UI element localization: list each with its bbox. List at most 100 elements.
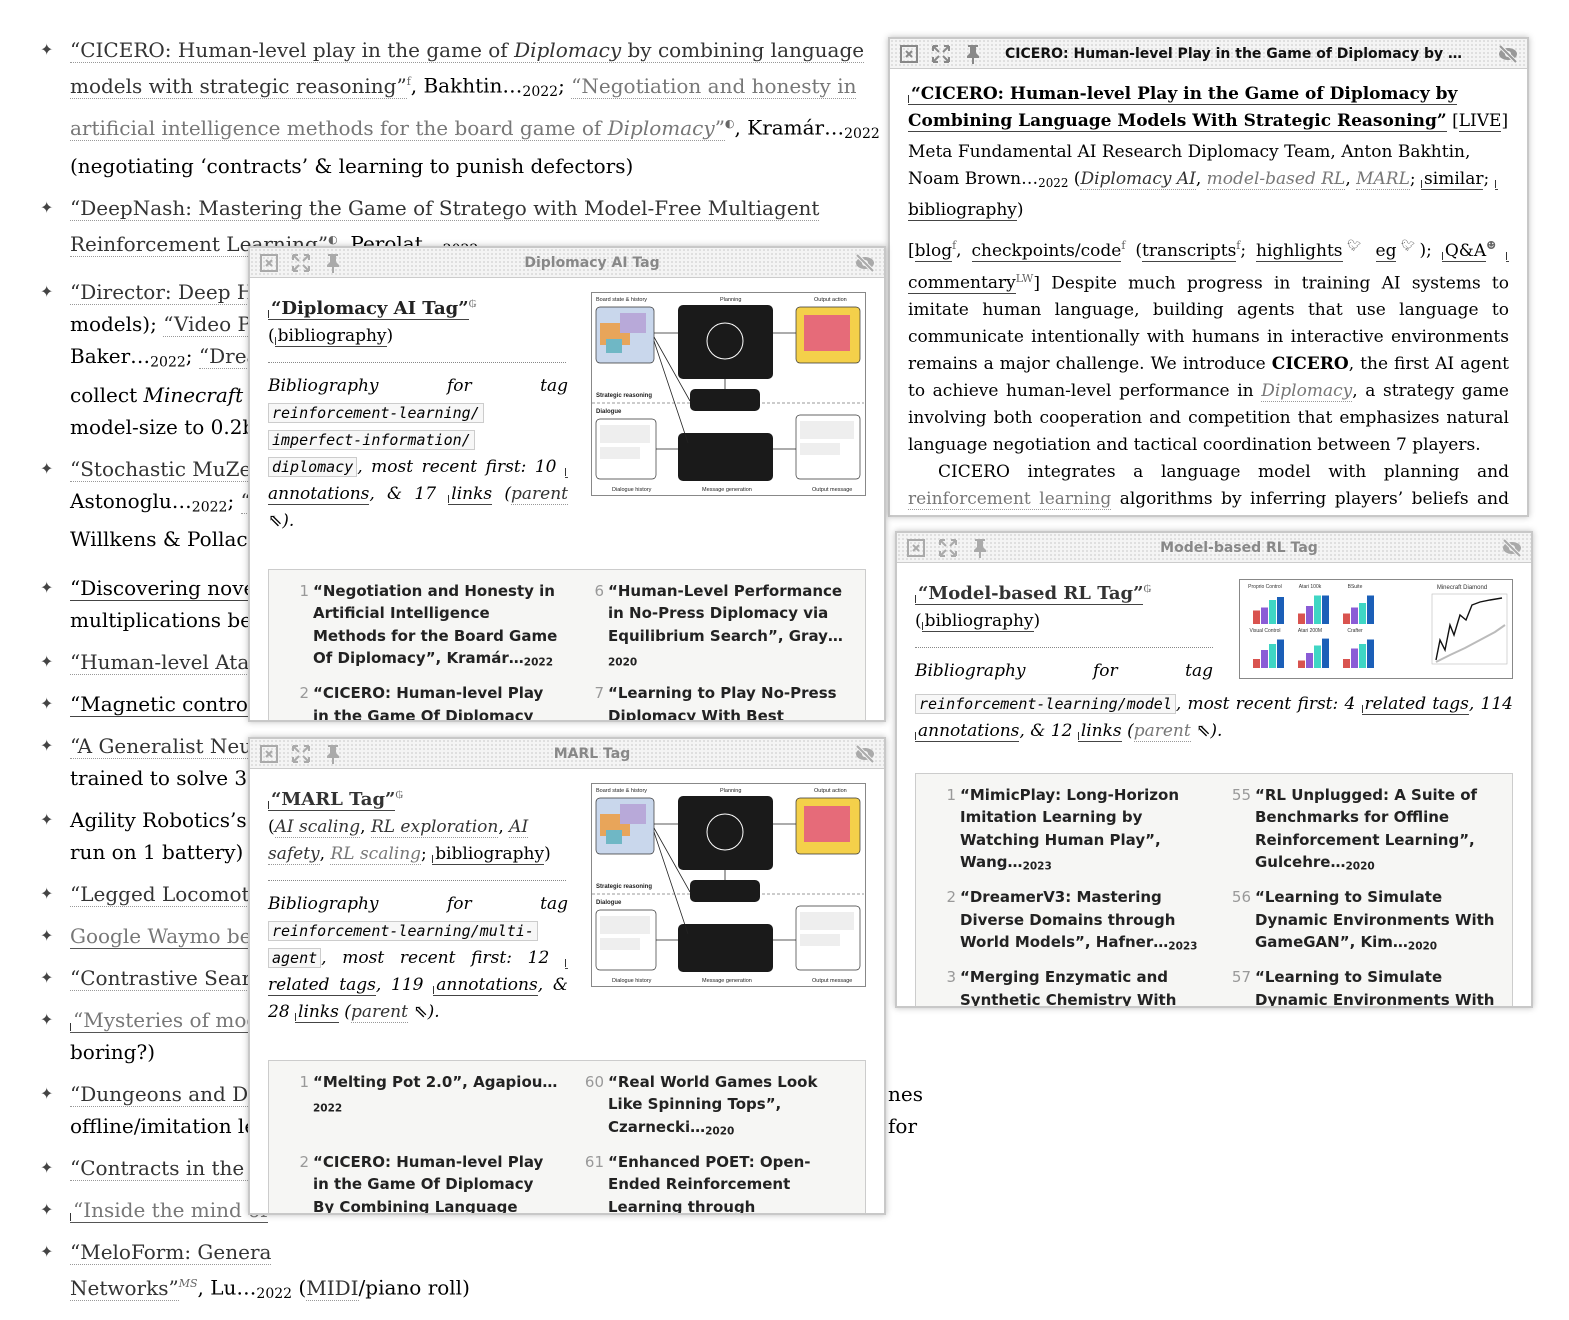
tag-diplomacy-ai[interactable]: Diplomacy AI [1080,169,1196,190]
annotations-link[interactable]: annotations [915,720,1020,742]
annotation-title[interactable]: “CICERO: Human-level Play in the Game Of… [313,682,558,720]
hide-eye-icon[interactable] [854,743,876,765]
contracts-link[interactable]: “Contracts in the Ag [70,1155,278,1181]
annotation-title[interactable]: “Learning to Simulate Dynamic Environmen… [1255,966,1500,1006]
links-link[interactable]: links [295,1001,339,1023]
checkpoints-link[interactable]: checkpoints/code [971,240,1122,262]
director-link[interactable]: “Director: Deep Hie [70,280,273,306]
bib-description: reinforcement-learning/multi- agent, mos… [268,920,569,1023]
meloform-link[interactable]: “MeloForm: Genera [70,1239,272,1265]
hide-eye-icon[interactable] [1497,43,1519,65]
tag-marl[interactable]: MARL [1356,169,1410,190]
generalist-link[interactable]: “A Generalist Neura [70,733,274,759]
annotation-title[interactable]: “MimicPlay: Long-Horizon Imitation Learn… [960,784,1205,879]
annotation-item[interactable]: 2 “CICERO: Human-level Play in the Game O… [289,682,558,720]
transcripts-link[interactable]: transcripts [1142,240,1237,262]
popup-title: MARL Tag [553,745,631,762]
mysteries-link[interactable]: “Mysteries of mode [70,1007,271,1033]
qa-link[interactable]: Q&A [1441,240,1487,262]
highlights-link[interactable]: highlights [1256,240,1343,262]
annotation-title[interactable]: “Human-Level Performance in No-Press Dip… [608,580,853,675]
tag-info: “Diplomacy AI Tag”₲ (bibliography) Bibli… [268,290,569,535]
tag-ai-scaling[interactable]: AI scaling [274,816,361,838]
facebook-icon: f [952,238,957,252]
close-icon[interactable] [898,43,920,65]
tag-model-based-rl[interactable]: model-based RL [1206,169,1346,190]
annotation-item[interactable]: 57 “Learning to Simulate Dynamic Environm… [1231,966,1500,1006]
tag-title-link[interactable]: “Diplomacy AI Tag” [268,297,469,320]
annotation-item[interactable]: 6 “Human-Level Performance in No-Press Di… [584,580,853,675]
annotation-item[interactable]: 1 “Negotiation and Honesty in Artificial … [289,580,558,675]
annotation-item[interactable]: 7 “Learning to Play No-Press Diplomacy Wi… [584,682,853,720]
reinforcement-learning-link[interactable]: reinforcement learning [908,489,1112,511]
annotation-item[interactable]: 1 “Melting Pot 2.0”, Agapiou…2022 [289,1071,558,1143]
annotation-item[interactable]: 61 “Enhanced POET: Open-Ended Reinforceme… [584,1151,853,1213]
live-link[interactable]: LIVE [1458,111,1502,132]
annotation-item[interactable]: 3 “Merging Enzymatic and Synthetic Chemis… [936,966,1205,1006]
architecture-diagram-svg: Board state & history Planning Output ac… [592,297,864,493]
panel-label: Visual Control [1249,628,1280,634]
tag-title-link[interactable]: “MARL Tag” [268,788,396,811]
maximize-icon[interactable] [930,43,952,65]
panel-label: Atari 100k [1299,584,1322,590]
annotation-title[interactable]: “CICERO: Human-level Play in the Game Of… [313,1151,558,1213]
parent-link[interactable]: parent [511,483,568,505]
parent-link[interactable]: parent [1133,720,1191,742]
parent-link[interactable]: parent [350,1001,408,1023]
close-icon[interactable] [905,537,927,559]
annotation-item[interactable]: 1 “MimicPlay: Long-Horizon Imitation Lear… [936,784,1205,879]
annotation-title[interactable]: “Enhanced POET: Open-Ended Reinforcement… [608,1151,853,1213]
tag-title-link[interactable]: “Model-based RL Tag” [915,582,1144,605]
popup-titlebar[interactable]: MARL Tag [250,739,884,769]
diplomacy-link[interactable]: Diplomacy [1261,381,1353,403]
annotation-item[interactable]: 55 “RL Unplugged: A Suite of Benchmarks f… [1231,784,1500,879]
annotation-title[interactable]: “RL Unplugged: A Suite of Benchmarks for… [1255,784,1500,879]
bibliography-link[interactable]: bibliography [432,843,545,865]
links-link[interactable]: links [1077,720,1122,742]
waymo-link[interactable]: Google Waymo begi [70,923,271,949]
atari-link[interactable]: “Human-level Atari [70,649,266,675]
annotation-title[interactable]: “Real World Games Look Like Spinning Top… [608,1071,853,1143]
annotation-number: 61 [584,1152,604,1171]
annotation-item[interactable]: 2 “CICERO: Human-level Play in the Game O… [289,1151,558,1213]
popup-titlebar[interactable]: Model-based RL Tag [897,533,1531,563]
annotation-item[interactable]: 60 “Real World Games Look Like Spinning T… [584,1071,853,1143]
annotation-title[interactable]: “Negotiation and Honesty in Artificial I… [313,580,558,675]
bibliography-link[interactable]: bibliography [921,610,1034,632]
annotations-link[interactable]: annotations [433,974,538,996]
maximize-icon[interactable] [290,743,312,765]
tag-rl-exploration[interactable]: RL exploration [370,816,499,838]
popup-titlebar[interactable]: Diplomacy AI Tag [250,248,884,278]
bibliography-link[interactable]: bibliography [274,325,387,347]
annotation-item[interactable]: 56 “Learning to Simulate Dynamic Environm… [1231,886,1500,958]
tag-path: diplomacy [268,456,358,477]
eg-link[interactable]: eg [1375,240,1397,262]
meloform-link-2[interactable]: Networks” [70,1275,179,1301]
annotation-title[interactable]: “Learning to Play No-Press Diplomacy Wit… [608,682,853,720]
contrastive-link[interactable]: “Contrastive Search [70,965,276,991]
maximize-icon[interactable] [290,252,312,274]
hide-eye-icon[interactable] [854,252,876,274]
annotation-title[interactable]: “Merging Enzymatic and Synthetic Chemist… [960,966,1205,1006]
midi-link[interactable]: MIDI [306,1275,359,1301]
hide-eye-icon[interactable] [1501,537,1523,559]
cicero-title-link[interactable]: “CICERO: Human-level Play in the Game of… [908,84,1458,132]
similar-link[interactable]: similar [1421,169,1484,190]
popup-titlebar[interactable]: CICERO: Human-level Play in the Game of … [890,39,1527,69]
close-icon[interactable] [258,743,280,765]
annotation-item[interactable]: 2 “DreamerV3: Mastering Diverse Domains t… [936,886,1205,958]
tag-rl-scaling[interactable]: RL scaling [330,843,422,865]
diagram-label: Output message [812,487,852,493]
maximize-icon[interactable] [937,537,959,559]
annotation-title[interactable]: “DreamerV3: Mastering Diverse Domains th… [960,886,1205,958]
inside-mind-link[interactable]: “Inside the mind of [70,1197,268,1223]
close-icon[interactable] [258,252,280,274]
magnetic-link[interactable]: “Magnetic control o [70,691,273,717]
annotation-title[interactable]: “Melting Pot 2.0”, Agapiou…2022 [313,1071,558,1143]
related-tags-link[interactable]: related tags [1361,693,1469,715]
links-link[interactable]: links [448,483,493,505]
blog-link[interactable]: blog [914,240,953,262]
annotation-year: 2022 [523,656,554,669]
link-bibliography-icon: ₲ [395,788,404,801]
annotation-title[interactable]: “Learning to Simulate Dynamic Environmen… [1255,886,1500,958]
